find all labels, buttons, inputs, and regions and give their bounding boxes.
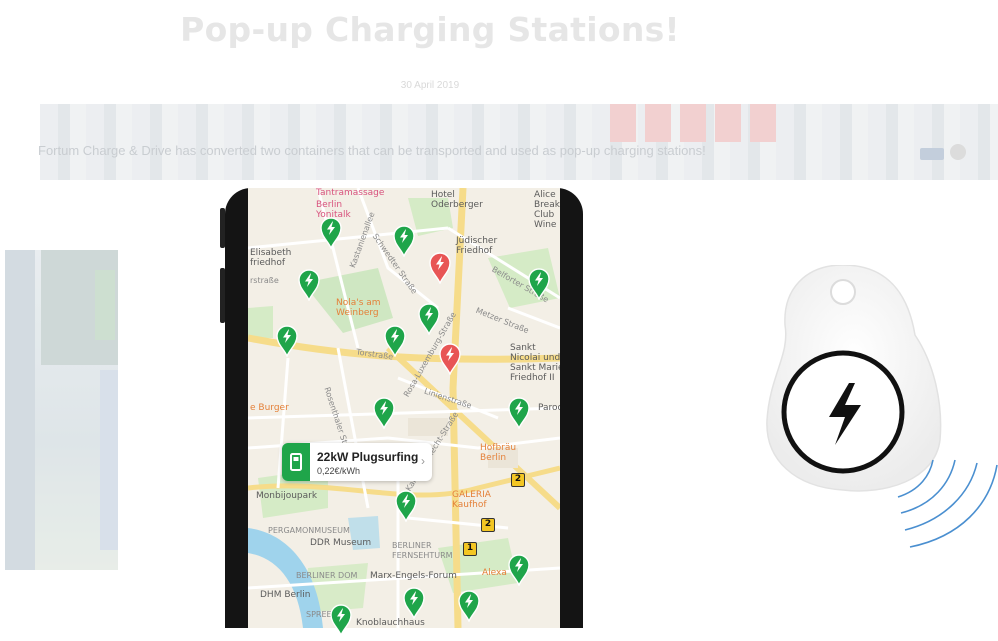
phone-side-button (220, 208, 225, 248)
map-pin[interactable] (395, 490, 417, 523)
map-label: e Burger (250, 403, 289, 413)
charger-title: 22kW Plugsurfing (317, 450, 419, 464)
map-label: DDR Museum (310, 538, 372, 548)
banner-red-panel (750, 104, 776, 142)
banner-red-panel (610, 104, 636, 142)
map-label: DHM Berlin (260, 590, 311, 600)
article-intro: Fortum Charge & Drive has converted two … (38, 143, 706, 158)
map-label: Paroc (538, 403, 560, 413)
map-pin[interactable] (508, 554, 530, 587)
map-label: BERLINER FERNSEHTURM (392, 541, 453, 560)
photo-post (5, 250, 35, 570)
transit-badge: 2 (481, 518, 495, 532)
map-label: Tantramassage (316, 188, 385, 198)
map-pin[interactable] (320, 217, 342, 250)
map-pin[interactable] (439, 343, 461, 376)
charger-popup[interactable]: 22kW Plugsurfing 0,22€/kWh › (282, 443, 432, 481)
map-label: PERGAMONMUSEUM (268, 526, 350, 535)
banner-red-panel (645, 104, 671, 142)
map-pin[interactable] (330, 604, 352, 637)
charger-price: 0,22€/kWh (317, 466, 361, 476)
map-pin[interactable] (393, 225, 415, 258)
banner-sign (920, 148, 944, 160)
charging-station-icon (282, 443, 310, 481)
map-pin[interactable] (508, 397, 530, 430)
map-label: Hofbräu Berlin (480, 443, 517, 463)
keyfob-hole (830, 279, 856, 305)
rfid-keyfob (765, 264, 998, 570)
map-pin[interactable] (403, 587, 425, 620)
transit-badge: 2 (511, 473, 525, 487)
banner-red-panel (680, 104, 706, 142)
map-pin[interactable] (418, 303, 440, 336)
photo-logo (95, 270, 115, 340)
map-label: Hotel Oderberger (431, 190, 483, 210)
phone-side-button (220, 268, 225, 323)
banner-red-panel (715, 104, 741, 142)
map-label: Jüdischer Friedhof (456, 236, 498, 256)
map-label: SanktNicolai undSankt MarienFriedhof II (510, 343, 560, 383)
page-title: Pop-up Charging Stations! (180, 10, 680, 49)
map-label: Alice Break Club Wine (534, 190, 560, 230)
map-label: Elisabeth friedhof (250, 248, 292, 268)
article-date: 30 April 2019 (400, 80, 460, 91)
banner-photo (40, 104, 998, 180)
map-pin[interactable] (429, 252, 451, 285)
map-label: Alexa (482, 568, 507, 578)
map-pin[interactable] (528, 268, 550, 301)
chevron-right-icon[interactable]: › (421, 454, 425, 468)
map-pin[interactable] (384, 325, 406, 358)
transit-badge: 1 (463, 542, 477, 556)
map-label: GALERIA Kaufhof (452, 490, 491, 510)
map-label: Nola's am Weinberg (336, 298, 381, 318)
container-photo (5, 250, 125, 570)
map-pin[interactable] (298, 269, 320, 302)
map-pin[interactable] (458, 590, 480, 623)
map-pin[interactable] (276, 325, 298, 358)
map-label: Monbijoupark (256, 491, 318, 501)
map-label: Marx-Engels-Forum (370, 571, 457, 581)
map-label: SPREE (306, 610, 332, 619)
banner-sign-circle (950, 144, 966, 160)
map-label: Knoblauchhaus (356, 618, 425, 628)
map-pin[interactable] (373, 397, 395, 430)
street-label: rstraße (250, 276, 279, 285)
map-label: BERLINER DOM (296, 571, 358, 580)
